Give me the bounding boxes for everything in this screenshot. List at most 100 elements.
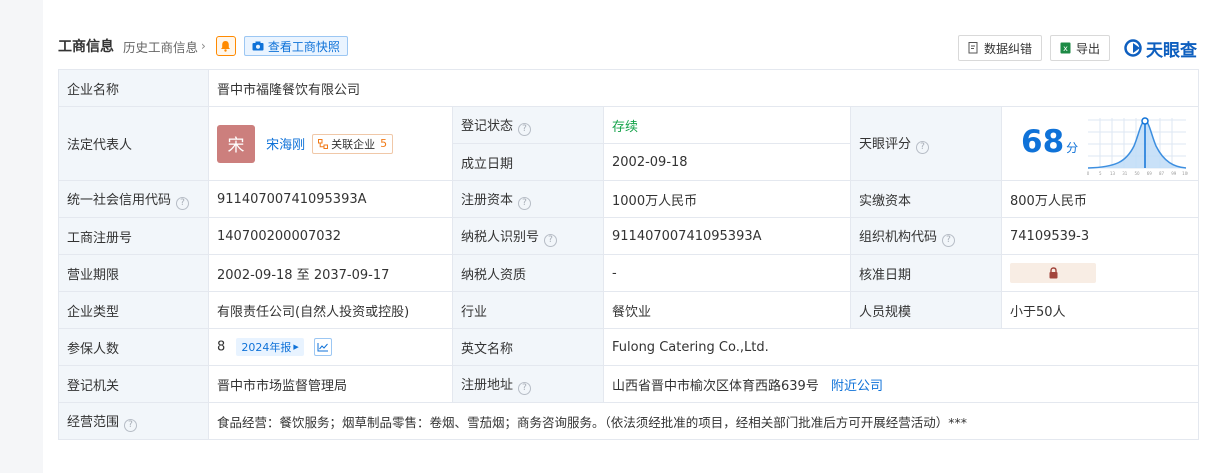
export-button[interactable]: x 导出 xyxy=(1049,35,1110,61)
insured-label: 参保人数 xyxy=(58,328,209,366)
staff-size: 小于50人 xyxy=(1000,291,1200,329)
table-row: 统一社会信用代码? 91140700741095393A 注册资本? 1000万… xyxy=(58,180,1200,218)
help-icon[interactable]: ? xyxy=(124,418,138,432)
industry-label: 行业 xyxy=(452,291,604,329)
authority: 晋中市市场监督管理局 xyxy=(208,365,453,403)
paid-capital: 800万人民币 xyxy=(1000,180,1200,218)
score-number: 68 xyxy=(1021,124,1065,160)
reg-capital-label: 注册资本 xyxy=(461,192,514,208)
legal-rep-label: 法定代表人 xyxy=(58,106,209,181)
credit-code-label: 统一社会信用代码 xyxy=(67,192,172,208)
brand-eye-icon xyxy=(1124,39,1142,57)
score-tick-label: 69 xyxy=(1147,171,1153,176)
snapshot-button[interactable]: 查看工商快照 xyxy=(243,36,348,56)
section-header: 工商信息 历史工商信息 › 查看工商快照 xyxy=(58,32,348,60)
table-row: 企业类型 有限责任公司(自然人投资或控股) 行业 餐饮业 人员规模 小于50人 xyxy=(58,291,1200,329)
reg-status-label-cell: 登记状态? xyxy=(452,106,604,144)
help-icon[interactable]: ? xyxy=(942,233,956,247)
help-icon[interactable]: ? xyxy=(916,141,930,154)
org-code-label: 组织机构代码 xyxy=(859,229,938,245)
caret-right-icon: ▶ xyxy=(293,343,299,351)
founded-date: 2002-09-18 xyxy=(603,143,851,181)
brand-name: 天眼查 xyxy=(1146,40,1197,61)
insured-cell: 8 2024年报 ▶ xyxy=(208,328,453,366)
table-row: 法定代表人 宋 宋海刚 关联企业 5 登记状态? 存续 天眼评分? 68 分 0… xyxy=(58,106,1200,181)
document-edit-icon xyxy=(968,42,978,54)
monitor-bell-button[interactable] xyxy=(215,36,236,56)
tax-id: 91140700741095393A xyxy=(603,217,851,255)
score-tick-label: 5 xyxy=(1099,171,1102,176)
excel-icon: x xyxy=(1060,42,1071,54)
table-row: 营业期限 2002-09-18 至 2037-09-17 纳税人资质 - 核准日… xyxy=(58,254,1200,292)
score-tick-label: 13 xyxy=(1110,171,1116,176)
biz-reg-no: 140700200007032 xyxy=(208,217,453,255)
table-row: 登记机关 晋中市市场监督管理局 注册地址? 山西省晋中市榆次区体育西路639号 … xyxy=(58,365,1200,403)
company-type: 有限责任公司(自然人投资或控股) xyxy=(208,291,453,329)
locked-content[interactable] xyxy=(1010,263,1096,283)
english-name-label: 英文名称 xyxy=(452,328,604,366)
trend-chart-button[interactable] xyxy=(313,338,332,356)
score-tick-label: 0 xyxy=(1087,171,1090,176)
address-cell: 山西省晋中市榆次区体育西路639号 附近公司 xyxy=(602,365,1200,403)
scope-label-cell: 经营范围? xyxy=(58,402,209,440)
camera-icon xyxy=(252,41,264,51)
table-row: 工商注册号 140700200007032 纳税人识别号? 9114070074… xyxy=(58,217,1200,255)
tax-id-label: 纳税人识别号 xyxy=(461,229,540,245)
staff-size-label: 人员规模 xyxy=(850,291,1002,329)
help-icon[interactable]: ? xyxy=(518,381,532,395)
help-icon[interactable]: ? xyxy=(518,122,532,136)
english-name: Fulong Catering Co.,Ltd. xyxy=(602,328,1200,366)
term: 2002-09-18 至 2037-09-17 xyxy=(208,254,453,292)
business-scope: 食品经营：餐饮服务；烟草制品零售：卷烟、雪茄烟；商务咨询服务。（依法须经批准的项… xyxy=(207,402,1200,440)
toolbar: 数据纠错 x 导出 天眼查 xyxy=(957,35,1197,61)
help-icon[interactable]: ? xyxy=(518,196,532,210)
avatar[interactable]: 宋 xyxy=(217,124,255,163)
svg-text:x: x xyxy=(1063,44,1068,53)
score-unit: 分 xyxy=(1066,141,1079,155)
table-row: 经营范围? 食品经营：餐饮服务；烟草制品零售：卷烟、雪茄烟；商务咨询服务。（依法… xyxy=(58,402,1200,440)
data-correction-label: 数据纠错 xyxy=(983,41,1032,56)
relation-icon xyxy=(318,138,329,149)
score-value: 68 分 xyxy=(1021,124,1078,160)
data-correction-button[interactable]: 数据纠错 xyxy=(957,35,1042,61)
industry: 餐饮业 xyxy=(603,291,851,329)
help-icon[interactable]: ? xyxy=(176,196,190,210)
score-label: 天眼评分 xyxy=(859,137,912,152)
related-companies-button[interactable]: 关联企业 5 xyxy=(312,133,394,154)
score-tick-label: 99 xyxy=(1171,171,1177,176)
export-label: 导出 xyxy=(1075,41,1100,56)
credit-code: 91140700741095393A xyxy=(208,180,453,218)
help-icon[interactable]: ? xyxy=(544,233,558,247)
snapshot-button-label: 查看工商快照 xyxy=(267,39,340,54)
related-count: 5 xyxy=(380,137,388,150)
bell-icon xyxy=(221,41,231,52)
score-label-cell: 天眼评分? xyxy=(850,106,1002,181)
score-distribution-chart: 0 5 13 31 50 69 87 99 100 xyxy=(1087,117,1188,176)
nearby-companies-link[interactable]: 附近公司 xyxy=(831,379,883,394)
tax-id-label-cell: 纳税人识别号? xyxy=(452,217,604,255)
org-code: 74109539-3 xyxy=(1000,217,1200,255)
legal-rep-cell: 宋 宋海刚 关联企业 5 xyxy=(208,106,453,181)
annual-report-tag[interactable]: 2024年报 ▶ xyxy=(236,338,304,356)
table-row: 企业名称 晋中市福隆餐饮有限公司 xyxy=(58,69,1200,107)
section-title: 工商信息 xyxy=(58,39,114,55)
company-name: 晋中市福隆餐饮有限公司 xyxy=(207,69,1200,107)
score-cell[interactable]: 68分 0 5 13 31 50 69 87 99 100 xyxy=(1000,106,1200,181)
org-code-label-cell: 组织机构代码? xyxy=(850,217,1002,255)
legal-rep-name-link[interactable]: 宋海刚 xyxy=(266,134,305,153)
taxpayer-qual-label: 纳税人资质 xyxy=(452,254,604,292)
chevron-right-icon: › xyxy=(201,39,206,53)
annual-report-label: 2024年报 xyxy=(241,341,292,354)
reg-capital-label-cell: 注册资本? xyxy=(452,180,604,218)
tianyancha-logo: 天眼查 xyxy=(1124,36,1197,61)
biz-reg-no-label: 工商注册号 xyxy=(58,217,209,255)
company-name-label: 企业名称 xyxy=(58,69,209,107)
business-info-table: 企业名称 晋中市福隆餐饮有限公司 法定代表人 宋 宋海刚 关联企业 5 登记状态… xyxy=(58,69,1200,440)
lock-icon xyxy=(1049,267,1057,279)
address: 山西省晋中市榆次区体育西路639号 xyxy=(612,378,819,394)
related-label: 关联企业 xyxy=(331,137,376,151)
reg-capital: 1000万人民币 xyxy=(603,180,851,218)
history-link[interactable]: 历史工商信息 › xyxy=(123,37,206,56)
reg-status: 存续 xyxy=(603,106,851,144)
taxpayer-qual: - xyxy=(603,254,851,292)
